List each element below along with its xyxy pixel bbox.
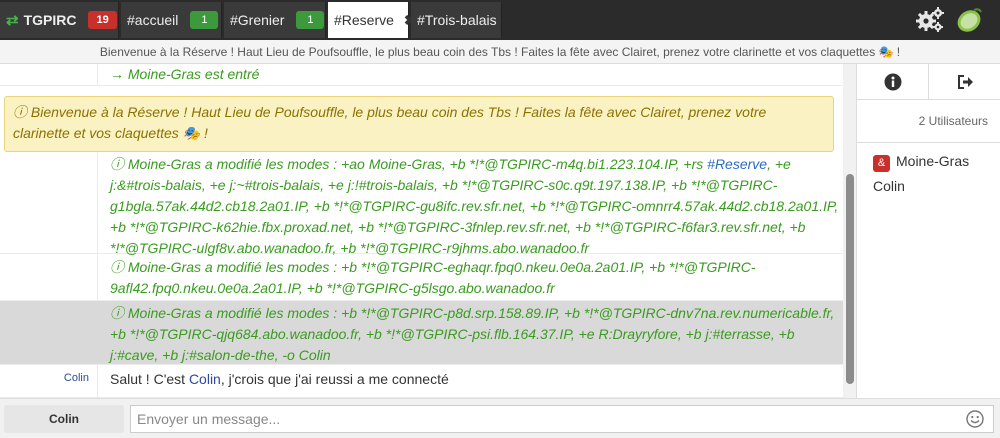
list-item: Colin Salut ! C'est Colin, j'crois que j… [0,365,843,398]
tab-bar: ⇄ TGPIRC 19 #accueil 1 #Grenier 1 #Reser… [0,0,1000,40]
tab-server-label: TGPIRC [23,12,77,28]
nick-column [0,64,98,85]
tab-grenier-label: #Grenier [230,12,285,28]
tab-reserve[interactable]: #Reserve ✖ [328,2,416,38]
highlight-message: ⓘ Bienvenue à la Réserve ! Haut Lieu de … [4,96,834,152]
divider [857,142,1000,143]
channel-topic: Bienvenue à la Réserve ! Haut Lieu de Po… [0,40,1000,64]
user-name: Moine-Gras [896,153,970,169]
nick-column [0,152,98,253]
op-badge: & [873,155,890,172]
chat-text: Salut ! C'est [110,371,189,387]
list-item: → Moine-Gras est entré [0,64,843,86]
current-nick[interactable]: Colin [4,405,124,433]
join-message: → Moine-Gras est entré [110,66,260,82]
smiley-icon[interactable] [966,410,984,428]
tab-grenier[interactable]: #Grenier 1 [224,2,326,38]
leave-channel-button[interactable] [929,64,1000,100]
user-list-item[interactable]: Colin [873,178,905,194]
unread-badge: 19 [88,11,117,29]
tab-accueil-label: #accueil [127,12,179,28]
gears-icon[interactable] [915,6,945,34]
message-list: → Moine-Gras est entré ⓘ Bienvenue à la … [0,64,856,398]
message-scrollbar[interactable] [843,64,856,398]
lime-icon [957,8,982,32]
mode-message: ⓘ Moine-Gras a modifié les modes : +ao M… [110,154,839,259]
user-count: 2 Utilisateurs [918,114,988,128]
tab-accueil[interactable]: #accueil 1 [121,2,222,38]
unread-badge: 1 [296,11,325,29]
list-item: ⓘ Moine-Gras a modifié les modes : +ao M… [0,152,843,256]
tab-trois-balais-label: #Trois-balais [417,12,497,28]
sign-out-icon [958,74,973,89]
tab-trois-balais[interactable]: #Trois-balais [411,2,502,38]
tab-reserve-label: #Reserve [334,12,394,28]
nick-mention[interactable]: Colin [189,371,221,387]
info-circle-icon [884,73,901,90]
list-item: ⓘ Moine-Gras a modifié les modes : +b *!… [0,254,843,301]
message-nick[interactable]: Colin [0,365,98,397]
scroll-thumb[interactable] [846,174,854,384]
chat-text: , j'crois que j'ai reussi a me connecté [220,371,449,387]
chat-message: Salut ! C'est Colin, j'crois que j'ai re… [110,369,839,390]
mode-text: ⓘ Moine-Gras a modifié les modes : +ao M… [110,156,708,172]
channel-link[interactable]: #Reserve [707,156,767,172]
user-list-item[interactable]: & Moine-Gras [873,153,969,172]
input-bar: Colin [0,398,1000,438]
welcome-message: ⓘ Bienvenue à la Réserve ! Haut Lieu de … [13,104,767,141]
arrows-exchange-icon: ⇄ [6,12,19,29]
unread-badge: 1 [190,11,219,29]
list-item: ⓘ Moine-Gras a modifié les modes : +b *!… [0,301,843,365]
tab-server[interactable]: ⇄ TGPIRC 19 [0,2,119,38]
mode-message: ⓘ Moine-Gras a modifié les modes : +b *!… [110,305,835,363]
info-button[interactable] [857,64,929,100]
message-input[interactable] [130,405,994,433]
user-name: Colin [873,178,905,194]
user-sidebar: 2 Utilisateurs & Moine-Gras Colin [856,64,1000,398]
mode-message: ⓘ Moine-Gras a modifié les modes : +b *!… [110,259,756,296]
nick-column [0,254,98,300]
